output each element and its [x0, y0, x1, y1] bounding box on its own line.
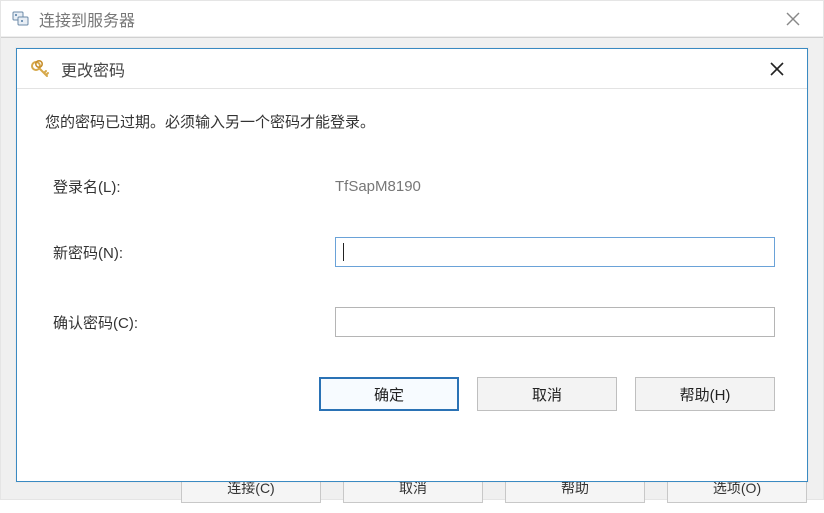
change-password-dialog: 更改密码 您的密码已过期。必须输入另一个密码才能登录。 登录名(L): TfSa… — [16, 48, 808, 482]
confirm-password-input[interactable] — [335, 307, 775, 337]
dialog-body: 您的密码已过期。必须输入另一个密码才能登录。 登录名(L): TfSapM819… — [17, 89, 807, 429]
dialog-title: 更改密码 — [61, 57, 757, 81]
text-caret — [343, 243, 344, 261]
expired-message: 您的密码已过期。必须输入另一个密码才能登录。 — [45, 111, 779, 132]
cancel-button-label: 取消 — [532, 384, 562, 405]
login-label: 登录名(L): — [45, 176, 335, 197]
new-password-label: 新密码(N): — [45, 242, 335, 263]
ok-button-label: 确定 — [374, 384, 404, 405]
parent-close-button[interactable] — [773, 5, 813, 33]
help-button[interactable]: 帮助(H) — [635, 377, 775, 411]
server-app-icon — [11, 9, 31, 29]
cancel-button[interactable]: 取消 — [477, 377, 617, 411]
ok-button[interactable]: 确定 — [319, 377, 459, 411]
keys-icon — [29, 58, 51, 80]
parent-title: 连接到服务器 — [39, 7, 773, 31]
dialog-close-button[interactable] — [757, 55, 797, 83]
confirm-password-row: 确认密码(C): — [45, 307, 779, 337]
new-password-input[interactable] — [335, 237, 775, 267]
login-value: TfSapM8190 — [335, 178, 421, 195]
confirm-password-label: 确认密码(C): — [45, 312, 335, 333]
dialog-titlebar: 更改密码 — [17, 49, 807, 89]
parent-titlebar: 连接到服务器 — [1, 1, 823, 37]
dialog-button-row: 确定 取消 帮助(H) — [45, 377, 779, 411]
login-row: 登录名(L): TfSapM8190 — [45, 176, 779, 197]
help-button-label: 帮助(H) — [680, 384, 731, 405]
new-password-row: 新密码(N): — [45, 237, 779, 267]
